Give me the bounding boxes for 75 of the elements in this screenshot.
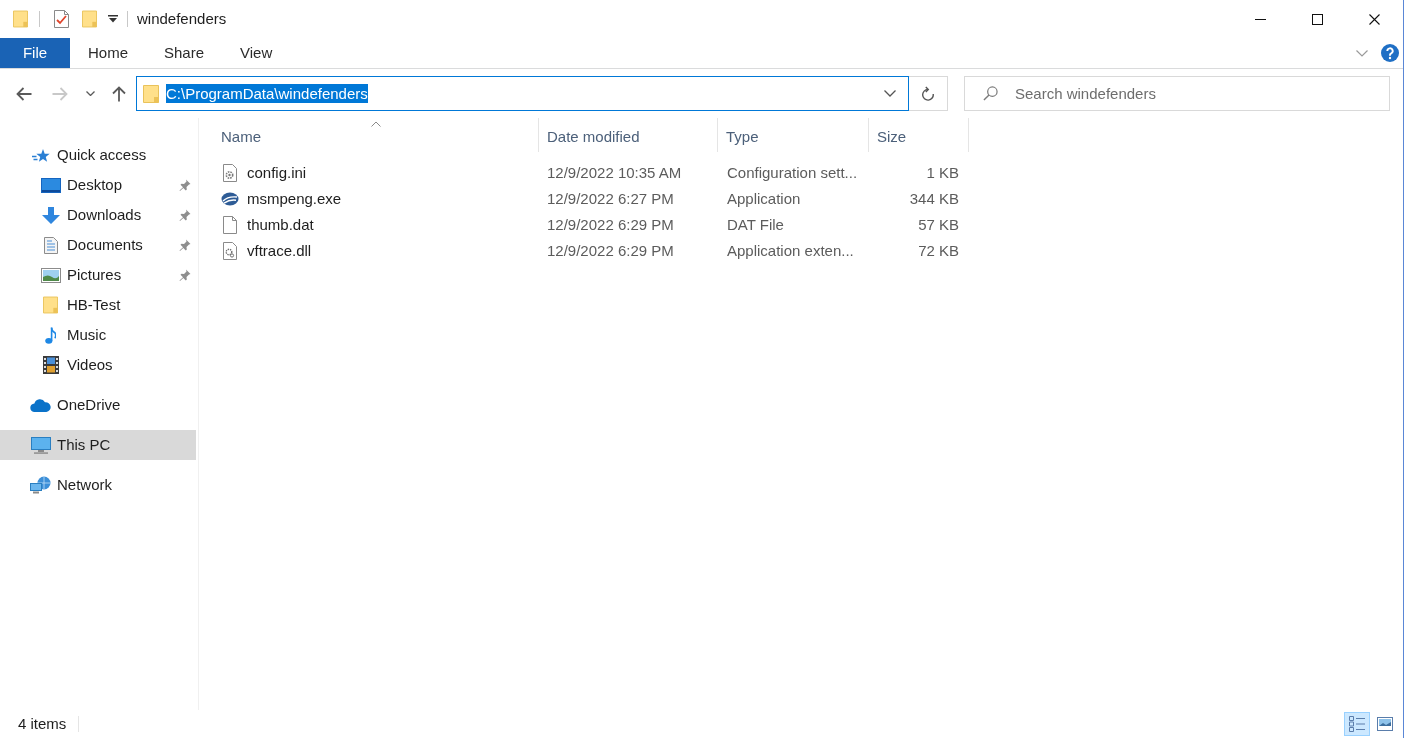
checked-page-icon[interactable] [54, 10, 69, 28]
details-view-icon [1349, 716, 1365, 732]
document-icon [43, 236, 58, 254]
nav-item[interactable]: This PC [0, 430, 196, 460]
pin-icon[interactable] [179, 179, 191, 191]
ribbon-tab[interactable]: View [222, 38, 291, 68]
date-modified: 12/9/2022 6:29 PM [547, 241, 674, 259]
ribbon-tab[interactable]: Share [146, 38, 223, 68]
view-button[interactable] [1344, 712, 1370, 736]
ribbon-tab[interactable]: Home [70, 38, 146, 68]
file-type: Application exten... [727, 241, 854, 259]
down-arrow-icon [41, 206, 60, 224]
column-header[interactable]: Type [718, 118, 869, 152]
search-icon [983, 86, 998, 101]
gear-file-icon [223, 242, 237, 260]
file-name[interactable]: thumb.dat [247, 213, 314, 237]
nav-item[interactable]: Downloads [0, 200, 196, 230]
help-icon[interactable] [1381, 44, 1399, 62]
window-title: windefenders [137, 8, 227, 29]
cloud-icon [30, 398, 51, 412]
column-header[interactable]: Name [213, 118, 539, 152]
file-size: 72 KB [918, 240, 959, 261]
maximize-icon[interactable] [1312, 13, 1323, 25]
file-size: 1 KB [926, 162, 959, 183]
address-bar[interactable]: C:\ProgramData\windefenders [136, 76, 909, 111]
close-icon[interactable] [1369, 13, 1380, 25]
folder-icon [43, 296, 58, 314]
picture-icon [1377, 717, 1393, 731]
file-name[interactable]: config.ini [247, 161, 307, 185]
search-field[interactable]: Search windefenders [964, 76, 1390, 111]
address-path: C:\ProgramData\windefenders [166, 84, 368, 103]
chevron-down-icon[interactable] [884, 90, 896, 97]
nav-item[interactable]: Network [0, 470, 196, 500]
nav-item[interactable]: Desktop [0, 170, 196, 200]
music-note-icon [45, 326, 56, 344]
up-arrow-icon[interactable] [112, 85, 126, 102]
minimize-icon[interactable] [1255, 18, 1266, 20]
file-name[interactable]: vftrace.dll [247, 239, 312, 263]
gear-file-icon [223, 164, 237, 182]
nav-item[interactable]: Quick access [0, 140, 196, 170]
item-count: 4 items [18, 713, 67, 734]
refresh-button[interactable] [909, 76, 948, 111]
blank-file-icon [223, 216, 237, 234]
folder-icon [143, 84, 159, 103]
file-size: 57 KB [918, 214, 959, 235]
network-icon [30, 476, 51, 494]
column-header[interactable]: Date modified [539, 118, 718, 152]
chevron-down-icon[interactable] [86, 91, 95, 96]
file-type: DAT File [727, 215, 784, 233]
refresh-icon [921, 86, 935, 101]
file-type: Configuration sett... [727, 163, 858, 181]
nav-item[interactable]: Music [0, 320, 196, 350]
file-name[interactable]: msmpeng.exe [247, 187, 342, 211]
star-icon [31, 147, 50, 163]
pin-icon[interactable] [179, 269, 191, 281]
monitor-icon [40, 177, 61, 193]
date-modified: 12/9/2022 6:27 PM [547, 189, 674, 207]
program-icon [221, 192, 239, 206]
dropdown-arrow-icon[interactable] [108, 15, 118, 23]
pin-icon[interactable] [179, 239, 191, 251]
column-header[interactable]: Size [869, 118, 969, 152]
pin-icon[interactable] [179, 209, 191, 221]
film-icon [42, 356, 59, 374]
file-size: 344 KB [909, 188, 959, 209]
nav-item[interactable]: Documents [0, 230, 196, 260]
computer-icon [30, 436, 51, 454]
nav-item[interactable]: OneDrive [0, 390, 196, 420]
left-arrow-icon[interactable] [16, 86, 32, 101]
file-type: Application [727, 189, 801, 207]
nav-item[interactable]: Videos [0, 350, 196, 380]
date-modified: 12/9/2022 6:29 PM [547, 215, 674, 233]
date-modified: 12/9/2022 10:35 AM [547, 163, 682, 181]
nav-item[interactable]: HB-Test [0, 290, 196, 320]
picture-icon [40, 267, 61, 283]
nav-item[interactable]: Pictures [0, 260, 196, 290]
